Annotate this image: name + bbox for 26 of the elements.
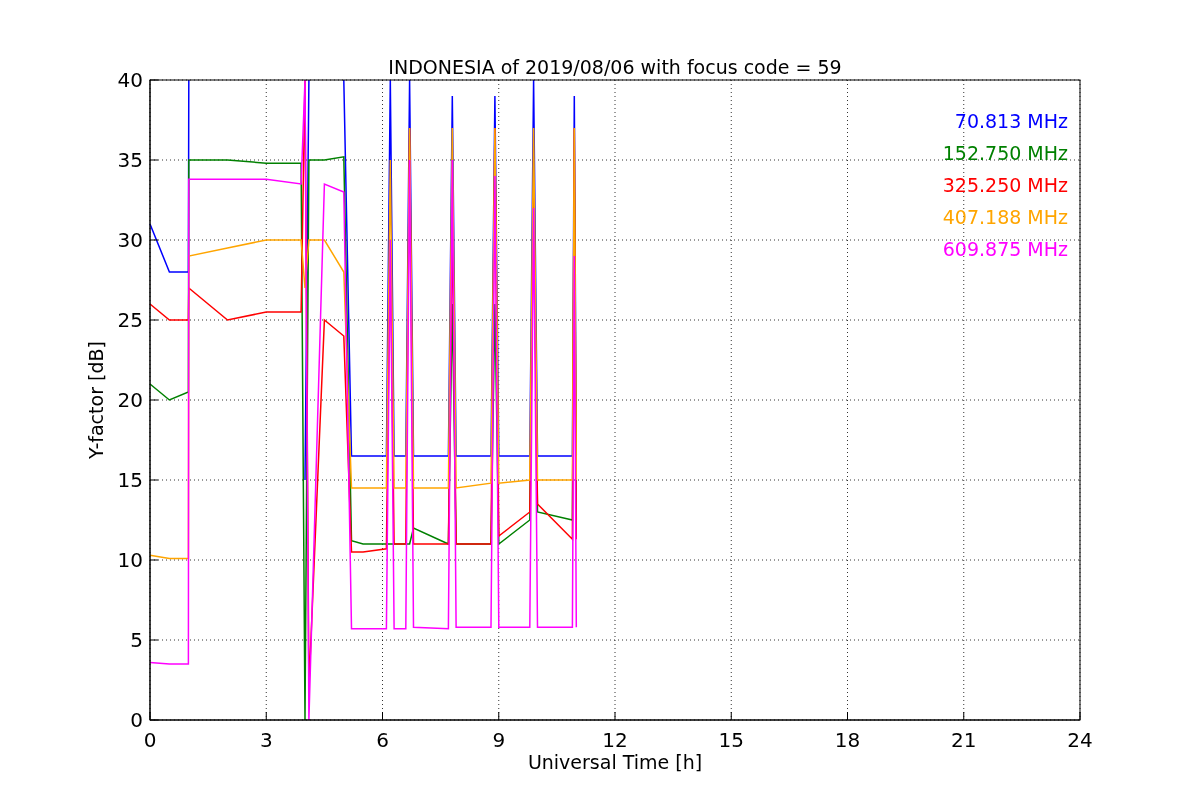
y-tick-label: 30 xyxy=(117,228,143,252)
x-tick-label: 0 xyxy=(143,728,157,752)
y-axis-label: Y-factor [dB] xyxy=(85,341,107,459)
legend-label: 152.750 MHz xyxy=(942,142,1068,164)
x-tick-label: 9 xyxy=(492,728,506,752)
y-tick-label: 35 xyxy=(117,148,143,172)
legend-label: 70.813 MHz xyxy=(954,110,1068,132)
legend-label: 609.875 MHz xyxy=(942,238,1068,260)
x-tick-label: 24 xyxy=(1067,728,1093,752)
y-tick-label: 20 xyxy=(117,388,143,412)
legend-label: 407.188 MHz xyxy=(942,206,1068,228)
y-tick-label: 40 xyxy=(117,68,143,92)
y-tick-label: 5 xyxy=(130,628,143,652)
y-tick-label: 0 xyxy=(130,708,143,732)
x-tick-label: 6 xyxy=(376,728,389,752)
x-tick-label: 12 xyxy=(602,728,628,752)
x-tick-label: 18 xyxy=(834,728,861,752)
x-tick-label: 3 xyxy=(259,728,273,752)
y-tick-label: 15 xyxy=(117,468,143,492)
y-tick-label: 10 xyxy=(117,548,143,572)
x-tick-label: 21 xyxy=(951,728,977,752)
x-tick-label: 15 xyxy=(718,728,744,752)
chart-title: INDONESIA of 2019/08/06 with focus code = 59 xyxy=(388,56,842,78)
y-tick-label: 25 xyxy=(117,308,143,332)
x-axis-label: Universal Time [h] xyxy=(527,751,703,773)
legend-label: 325.250 MHz xyxy=(942,174,1068,196)
